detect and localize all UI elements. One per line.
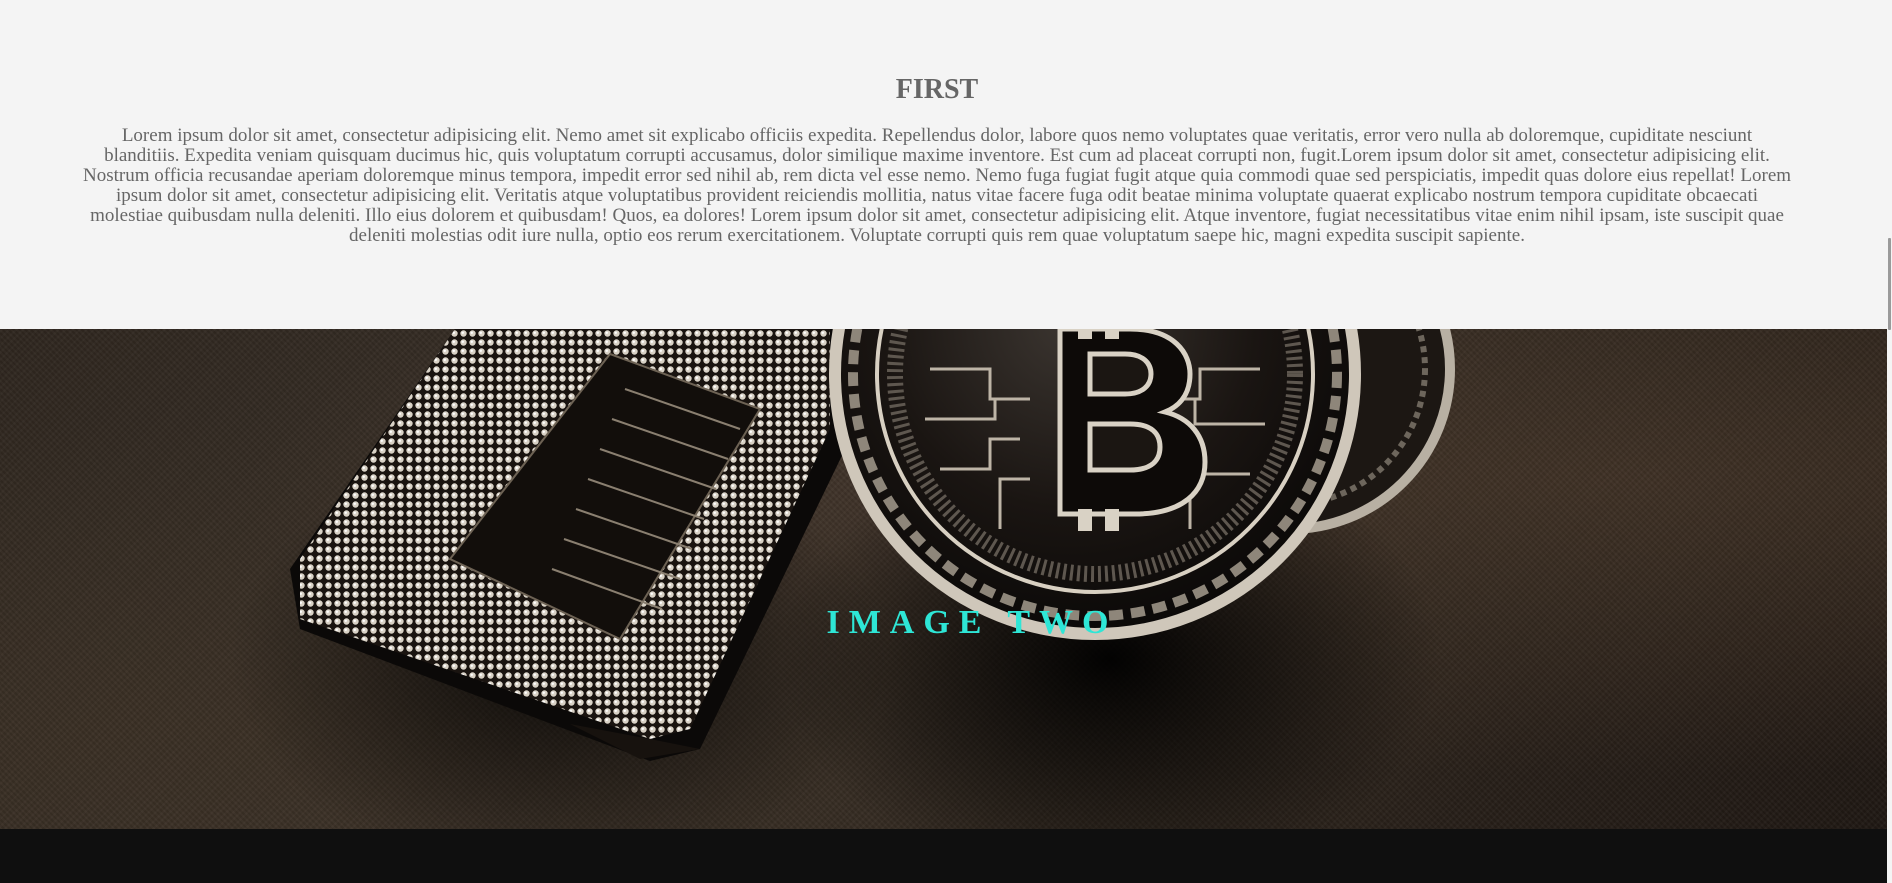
parallax-image-section: IMAGE TWO: [0, 329, 1887, 829]
scrollbar-thumb[interactable]: [1888, 238, 1891, 330]
page: FIRST Lorem ipsum dolor sit amet, consec…: [0, 0, 1892, 883]
scrollbar-track[interactable]: [1887, 0, 1892, 883]
section-body-text: Lorem ipsum dolor sit amet, consectetur …: [82, 125, 1792, 246]
footer-dark-band: [0, 829, 1887, 883]
first-section: FIRST Lorem ipsum dolor sit amet, consec…: [0, 0, 1887, 329]
bitcoin-cpu-background-image: [230, 329, 1455, 829]
section-title: FIRST: [895, 74, 979, 105]
image-section-title: IMAGE TWO: [826, 604, 1118, 641]
